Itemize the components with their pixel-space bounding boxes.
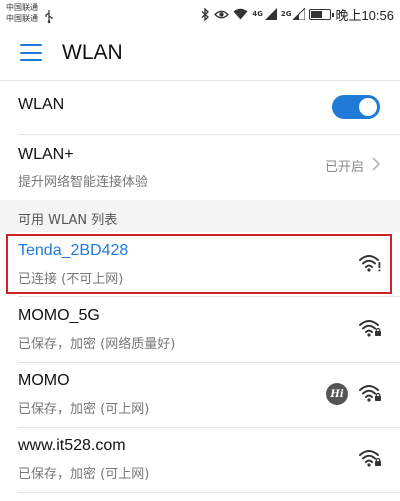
divider xyxy=(18,492,400,493)
network-type-label-1: 4G xyxy=(252,10,263,18)
eye-icon xyxy=(214,9,230,20)
wifi-lock-icon xyxy=(358,448,382,472)
network-type-label-2: 2G xyxy=(280,10,292,18)
wlan-plus-title: WLAN+ xyxy=(18,146,74,163)
usb-icon xyxy=(44,8,54,27)
network-item-momo[interactable]: MOMO 已保存，加密 (可上网) Hi xyxy=(0,363,400,425)
signal-icon-2 xyxy=(293,8,306,20)
carrier-1: 中国联通 xyxy=(6,3,38,12)
available-networks-header: 可用 WLAN 列表 xyxy=(0,200,400,232)
status-icons: 4G 2G 晚上10:56 xyxy=(201,6,394,23)
wifi-status-icon xyxy=(233,8,248,20)
clock: 晚上10:56 xyxy=(335,7,394,23)
network-name: Tenda_2BD428 xyxy=(18,242,129,259)
wlan-toggle-label: WLAN xyxy=(18,96,65,113)
wlan-plus-status: 已开启 xyxy=(324,160,364,175)
network-name: MOMO_5G xyxy=(18,307,100,324)
wlan-toggle-switch[interactable] xyxy=(332,95,380,119)
hilink-badge-icon: Hi xyxy=(326,383,348,405)
page-title: WLAN xyxy=(62,41,123,64)
app-bar: WLAN xyxy=(0,28,400,80)
network-status: 已保存，加密 (可上网) xyxy=(18,402,150,417)
wifi-lock-icon xyxy=(358,383,382,407)
wifi-warning-icon xyxy=(358,253,382,277)
section-title: 可用 WLAN 列表 xyxy=(18,213,118,228)
menu-icon[interactable] xyxy=(20,44,42,62)
signal-icon xyxy=(264,8,277,20)
network-name: MOMO xyxy=(18,372,70,389)
network-name: www.it528.com xyxy=(18,437,126,454)
network-item-tenda[interactable]: Tenda_2BD428 已连接 (不可上网) xyxy=(0,233,400,295)
battery-icon xyxy=(309,8,334,20)
network-item-momo-5g[interactable]: MOMO_5G 已保存，加密 (网络质量好) xyxy=(0,298,400,360)
wlan-plus-subtitle: 提升网络智能连接体验 xyxy=(18,175,149,190)
network-status: 已保存，加密 (网络质量好) xyxy=(18,337,176,352)
status-bar: 中国联通 中国联通 4G 2G 晚上10:56 xyxy=(0,0,400,28)
divider xyxy=(0,80,400,81)
bluetooth-icon xyxy=(201,7,210,21)
carrier-2: 中国联通 xyxy=(6,14,38,23)
network-status: 已保存，加密 (可上网) xyxy=(18,467,150,482)
network-item-it528[interactable]: www.it528.com 已保存，加密 (可上网) xyxy=(0,428,400,490)
wifi-lock-icon xyxy=(358,318,382,342)
network-status: 已连接 (不可上网) xyxy=(18,272,124,287)
chevron-right-icon xyxy=(372,156,381,175)
divider xyxy=(18,296,400,297)
